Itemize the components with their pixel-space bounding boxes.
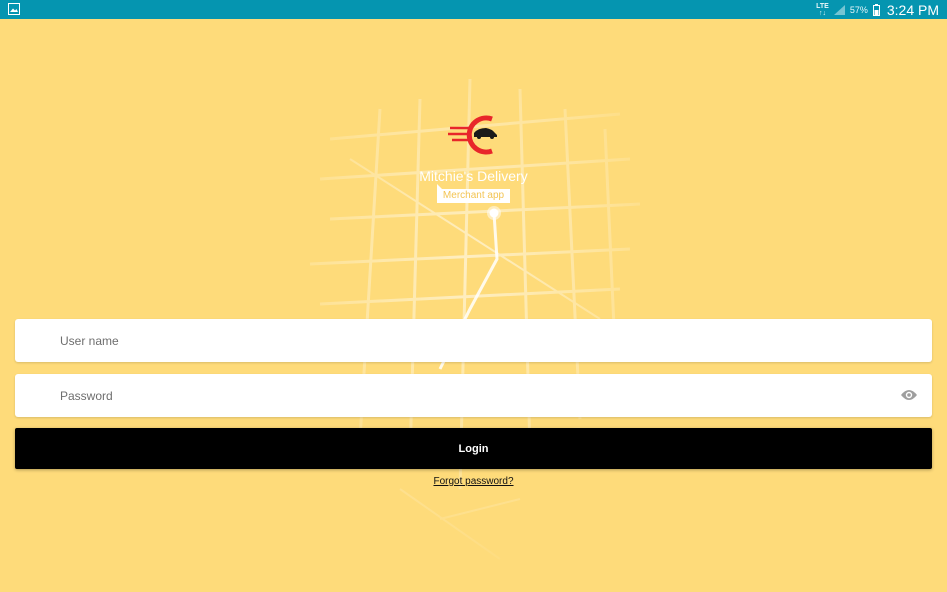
username-field[interactable] — [15, 319, 932, 362]
password-input[interactable] — [60, 374, 880, 417]
gallery-notification-icon — [8, 3, 20, 15]
battery-percent: 57% — [849, 4, 868, 15]
speeding-car-logo-icon — [448, 115, 497, 155]
network-type: LTE ↑↓ — [816, 2, 829, 17]
map-background — [309, 78, 641, 560]
signal-icon — [833, 4, 845, 15]
login-button[interactable]: Login — [15, 428, 932, 469]
password-field[interactable] — [15, 374, 932, 417]
clock: 3:24 PM — [886, 1, 939, 18]
app-title: Mitchie's Delivery — [419, 168, 528, 184]
battery-icon — [872, 3, 880, 16]
forgot-password-link[interactable]: Forgot password? — [0, 476, 947, 487]
eye-icon[interactable] — [900, 388, 918, 402]
username-input[interactable] — [60, 319, 880, 362]
status-bar: LTE ↑↓ 57% 3:24 PM — [0, 0, 947, 19]
status-icons: LTE ↑↓ 57% 3:24 PM — [816, 0, 939, 19]
merchant-app-badge: Merchant app — [437, 184, 510, 203]
